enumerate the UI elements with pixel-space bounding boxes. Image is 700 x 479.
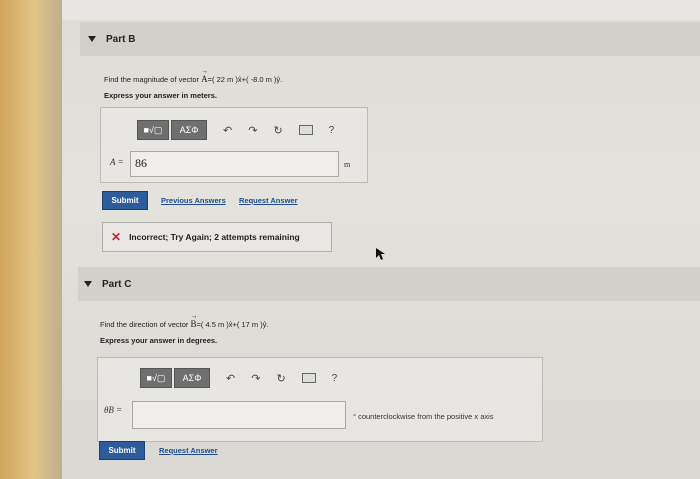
undo-icon[interactable]: ↶ [226,372,235,385]
part-c-question: Find the direction of vector B=( 4.5 m )… [100,319,269,329]
undo-icon[interactable]: ↶ [223,124,232,137]
vector-expression: =( 4.5 m )x̂+( 17 m )ŷ. [196,320,269,329]
part-b-answer-value: 86 [135,156,147,170]
part-c-header[interactable]: Part C [78,267,700,301]
reset-icon[interactable]: ↻ [273,124,282,137]
part-b-express: Express your answer in meters. [104,91,217,100]
math-template-button[interactable]: ■√▢ [140,368,172,388]
vector-b-symbol: B [190,319,196,329]
redo-icon[interactable]: ↷ [248,124,257,137]
part-b-header[interactable]: Part B [80,22,700,56]
greek-symbols-button[interactable]: ΑΣΦ [174,368,210,388]
incorrect-feedback-box: ✕ Incorrect; Try Again; 2 attempts remai… [102,222,332,252]
help-icon[interactable]: ? [332,373,338,384]
part-b-question: Find the magnitude of vector A=( 22 m )x… [104,74,282,84]
part-c-express: Express your answer in degrees. [100,336,218,345]
part-b-field-label: A = [110,157,124,167]
help-icon[interactable]: ? [329,125,335,136]
part-b-submit-button[interactable]: Submit [102,191,148,210]
question-prefix: Find the direction of vector [100,320,191,329]
mouse-cursor-icon [376,248,385,260]
part-b-request-answer-link[interactable]: Request Answer [239,196,298,205]
part-c-field-label: θB = [104,405,123,415]
keyboard-icon[interactable] [298,125,313,135]
part-c-title: Part C [102,278,132,290]
incorrect-feedback-text: Incorrect; Try Again; 2 attempts remaini… [129,232,300,242]
part-c-math-toolbar: ■√▢ ΑΣΦ ↶ ↷ ↻ ? [140,368,337,388]
incorrect-x-icon: ✕ [111,230,122,244]
collapse-triangle-icon[interactable] [84,281,92,287]
redo-icon[interactable]: ↷ [251,372,260,385]
part-c-unit: ° counterclockwise from the positive x a… [353,412,494,421]
part-c-submit-button[interactable]: Submit [99,441,145,460]
part-c-request-answer-link[interactable]: Request Answer [159,446,218,455]
keyboard-icon[interactable] [301,373,316,383]
top-band [62,0,700,20]
part-b-title: Part B [106,33,136,45]
question-prefix: Find the magnitude of vector [104,75,202,84]
vector-expression: =( 22 m )x̂+( -8.0 m )ŷ. [207,75,283,84]
part-b-math-toolbar: ■√▢ ΑΣΦ ↶ ↷ ↻ ? [137,120,334,140]
math-template-button[interactable]: ■√▢ [137,120,169,140]
part-b-unit: m [344,160,351,169]
greek-symbols-button[interactable]: ΑΣΦ [171,120,207,140]
previous-answers-link[interactable]: Previous Answers [161,196,226,205]
part-b-answer-input[interactable]: 86 [130,151,339,177]
reset-icon[interactable]: ↻ [276,372,285,385]
desk-background [0,0,62,479]
part-c-answer-input[interactable] [132,401,346,429]
vector-a-symbol: A [201,74,208,84]
collapse-triangle-icon[interactable] [88,36,96,42]
